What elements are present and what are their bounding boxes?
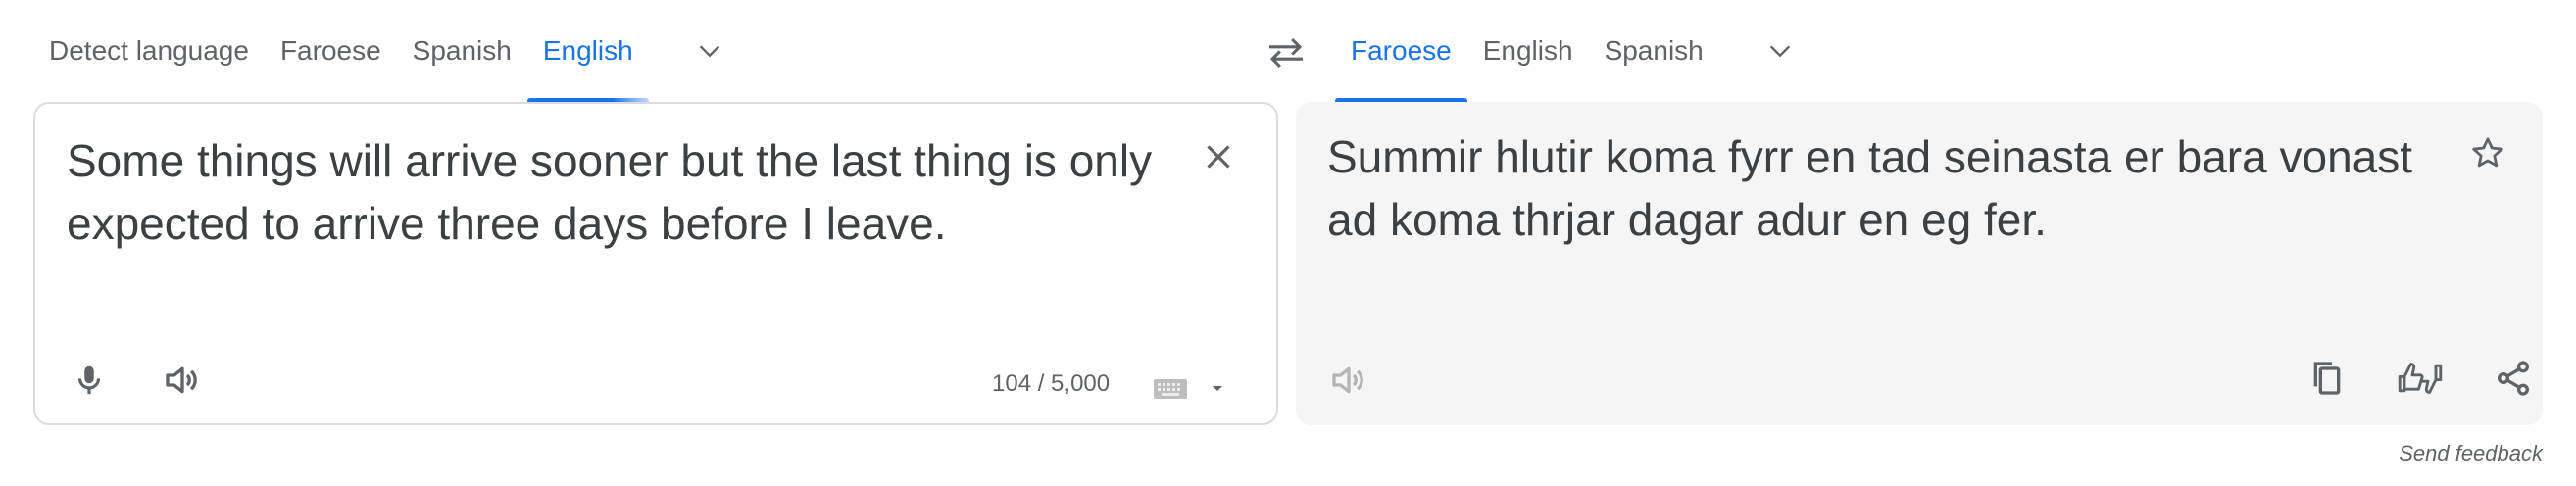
send-feedback-link[interactable]: Send feedback (2399, 441, 2543, 466)
translation-text: Summir hlutir koma fyrr en tad seinasta … (1327, 131, 2413, 245)
target-tab-spanish[interactable]: Spanish (1589, 0, 1719, 102)
source-tab-label: Faroese (279, 35, 381, 66)
source-tab-label: English (542, 35, 633, 66)
source-tab-detect-language[interactable]: Detect language (33, 0, 265, 102)
target-tab-english[interactable]: English (1467, 0, 1589, 102)
target-tab-label: Faroese (1351, 35, 1452, 66)
keyboard-icon (1154, 379, 1187, 399)
share-translation-button[interactable] (2484, 349, 2543, 408)
clear-source-button[interactable] (1189, 127, 1248, 186)
save-translation-button[interactable] (2458, 123, 2517, 182)
star-icon (2472, 137, 2503, 168)
source-tab-label: Spanish (412, 35, 512, 66)
input-tools-button[interactable] (1153, 368, 1231, 408)
share-icon (2498, 361, 2529, 396)
target-more-languages-button[interactable] (1759, 29, 1802, 73)
chevron-down-icon (1769, 45, 1790, 58)
source-tab-spanish[interactable]: Spanish (397, 0, 527, 102)
target-language-bar: Faroese English Spanish (1335, 0, 1802, 102)
source-tab-english[interactable]: English (526, 0, 649, 102)
target-tab-faroese[interactable]: Faroese (1335, 0, 1467, 102)
copy-icon (2313, 362, 2341, 395)
source-language-bar: Detect language Faroese Spanish English (33, 0, 731, 102)
source-text-input[interactable]: Some things will arrive sooner but the l… (67, 129, 1155, 255)
swap-icon (1269, 37, 1303, 69)
listen-translation-button[interactable] (1319, 351, 1378, 410)
mic-icon (77, 365, 101, 395)
source-more-languages-button[interactable] (688, 29, 731, 73)
speaker-icon (1332, 366, 1363, 394)
source-text-panel: Some things will arrive sooner but the l… (33, 102, 1278, 425)
target-tab-label: Spanish (1604, 35, 1704, 66)
voice-input-button[interactable] (60, 351, 119, 410)
listen-source-button[interactable] (153, 351, 212, 410)
chevron-down-icon (699, 45, 719, 58)
target-tab-label: English (1482, 35, 1573, 66)
source-tab-label: Detect language (49, 35, 249, 66)
swap-languages-button[interactable] (1259, 29, 1313, 76)
caret-down-icon (1213, 386, 1222, 391)
speaker-icon (166, 366, 197, 394)
character-counter: 104 / 5,000 (992, 370, 1111, 397)
source-tab-faroese[interactable]: Faroese (265, 0, 397, 102)
translation-panel: Summir hlutir koma fyrr en tad seinasta … (1296, 102, 2543, 425)
copy-translation-button[interactable] (2298, 349, 2356, 408)
thumbs-icon (2398, 363, 2443, 394)
close-icon (1207, 145, 1230, 169)
rate-translation-button[interactable] (2391, 349, 2450, 408)
